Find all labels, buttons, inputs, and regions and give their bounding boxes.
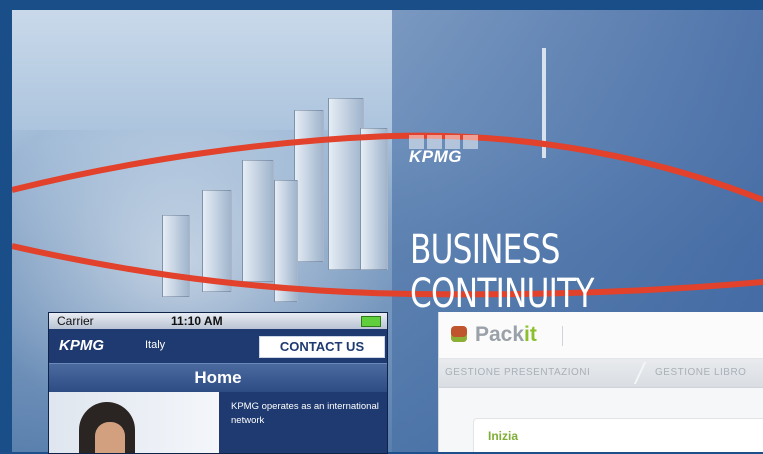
- page-title: Home: [49, 363, 387, 392]
- country-label: Italy: [145, 339, 166, 351]
- tab-divider: [633, 362, 647, 384]
- phone-kpmg-logo[interactable]: KPMG: [59, 335, 104, 357]
- status-bar: Carrier 11:10 AM: [49, 313, 387, 329]
- packit-logo-accent: it: [524, 323, 537, 346]
- face-shape: [95, 422, 125, 453]
- presentation-frame: KPMG BUSINESS CONTINUITY Carrier 11:10 A…: [0, 0, 763, 454]
- packit-header: Packit: [439, 312, 763, 359]
- packit-mockup: Packit GESTIONE PRESENTAZIONI GESTIONE L…: [438, 312, 763, 452]
- packit-logo[interactable]: Packit: [475, 323, 537, 347]
- carrier-label: Carrier: [57, 314, 94, 328]
- phone-content: KPMG operates as an international networ…: [49, 392, 387, 453]
- packit-logo-plain: Pack: [475, 323, 525, 346]
- packit-logo-icon: [451, 326, 467, 342]
- clock: 11:10 AM: [171, 314, 223, 328]
- kpmg-logo: KPMG: [409, 147, 462, 166]
- tab-gestione-presentazioni[interactable]: GESTIONE PRESENTAZIONI: [445, 367, 590, 378]
- inizia-panel: Inizia: [473, 418, 763, 452]
- hero-title-line2: CONTINUITY: [410, 271, 594, 317]
- packit-tabbar: GESTIONE PRESENTAZIONI GESTIONE LIBRO: [439, 359, 763, 388]
- intro-text: KPMG operates as an international networ…: [231, 401, 379, 426]
- hero-title-line1: BUSINESS: [410, 227, 560, 273]
- person-photo: [49, 392, 219, 453]
- battery-icon: [361, 316, 381, 327]
- phone-mockup: Carrier 11:10 AM KPMG Italy CONTACT US H…: [48, 312, 388, 454]
- inizia-title[interactable]: Inizia: [488, 429, 518, 443]
- hero-title: BUSINESS CONTINUITY: [410, 228, 594, 316]
- phone-navbar: KPMG Italy CONTACT US: [49, 329, 387, 363]
- contact-us-button[interactable]: CONTACT US: [259, 336, 385, 358]
- header-divider: [562, 326, 563, 346]
- tab-gestione-libro[interactable]: GESTIONE LIBRO: [655, 367, 746, 378]
